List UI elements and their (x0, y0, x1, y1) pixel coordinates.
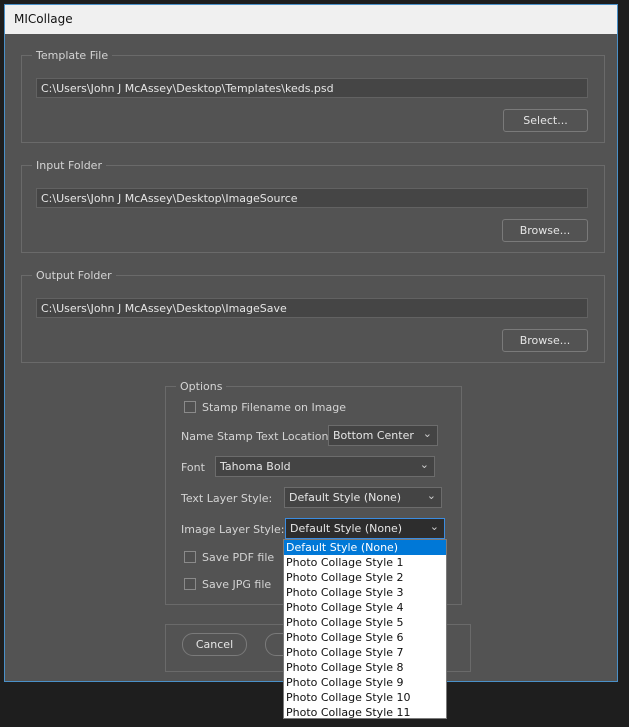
input-folder-legend: Input Folder (36, 159, 102, 172)
save-jpg-checkbox[interactable] (184, 578, 196, 590)
chevron-down-icon: ⌄ (422, 427, 432, 440)
chevron-down-icon: ⌄ (419, 458, 429, 471)
cancel-button[interactable]: Cancel (182, 633, 247, 656)
dropdown-option[interactable]: Photo Collage Style 2 (284, 570, 446, 585)
input-folder-path[interactable]: C:\Users\John J McAssey\Desktop\ImageSou… (36, 188, 588, 208)
save-pdf-checkbox[interactable] (184, 551, 196, 563)
select-template-button[interactable]: Select... (503, 109, 588, 132)
browse-output-button[interactable]: Browse... (502, 329, 588, 352)
text-layer-style-select[interactable]: Default Style (None) ⌄ (284, 487, 442, 508)
font-label: Font (181, 461, 205, 474)
dropdown-option[interactable]: Photo Collage Style 9 (284, 675, 446, 690)
image-layer-style-value: Default Style (None) (290, 522, 403, 535)
browse-input-button[interactable]: Browse... (502, 219, 588, 242)
dropdown-option[interactable]: Photo Collage Style 5 (284, 615, 446, 630)
options-legend: Options (180, 380, 223, 393)
dropdown-option[interactable]: Photo Collage Style 7 (284, 645, 446, 660)
font-value: Tahoma Bold (220, 460, 291, 473)
text-layer-style-value: Default Style (None) (289, 491, 402, 504)
stamp-location-value: Bottom Center (333, 429, 414, 442)
dropdown-option[interactable]: Default Style (None) (284, 540, 446, 555)
dropdown-option[interactable]: Photo Collage Style 8 (284, 660, 446, 675)
template-file-path[interactable]: C:\Users\John J McAssey\Desktop\Template… (36, 78, 588, 98)
output-folder-legend: Output Folder (36, 269, 112, 282)
chevron-down-icon: ⌄ (426, 489, 436, 502)
window-title: MICollage (14, 12, 73, 26)
image-layer-style-select[interactable]: Default Style (None) ⌄ (285, 518, 445, 539)
text-layer-style-label: Text Layer Style: (181, 492, 273, 505)
font-select[interactable]: Tahoma Bold ⌄ (215, 456, 435, 477)
output-folder-path[interactable]: C:\Users\John J McAssey\Desktop\ImageSav… (36, 298, 588, 318)
dropdown-option[interactable]: Photo Collage Style 10 (284, 690, 446, 705)
dropdown-option[interactable]: Photo Collage Style 3 (284, 585, 446, 600)
image-layer-style-label: Image Layer Style: (181, 523, 285, 536)
title-bar: MICollage (5, 5, 617, 34)
stamp-location-select[interactable]: Bottom Center ⌄ (328, 425, 438, 446)
stamp-filename-label: Stamp Filename on Image (202, 401, 346, 414)
dropdown-option[interactable]: Photo Collage Style 6 (284, 630, 446, 645)
dropdown-option[interactable]: Photo Collage Style 1 (284, 555, 446, 570)
dropdown-option[interactable]: Photo Collage Style 11 (284, 705, 446, 720)
save-pdf-label: Save PDF file (202, 551, 275, 564)
save-jpg-label: Save JPG file (202, 578, 272, 591)
image-layer-style-dropdown: Default Style (None) Photo Collage Style… (283, 539, 447, 719)
dropdown-option[interactable]: Photo Collage Style 4 (284, 600, 446, 615)
stamp-filename-checkbox[interactable] (184, 401, 196, 413)
chevron-down-icon: ⌄ (429, 520, 439, 533)
stamp-location-label: Name Stamp Text Location: (181, 430, 333, 443)
template-file-legend: Template File (36, 49, 109, 62)
